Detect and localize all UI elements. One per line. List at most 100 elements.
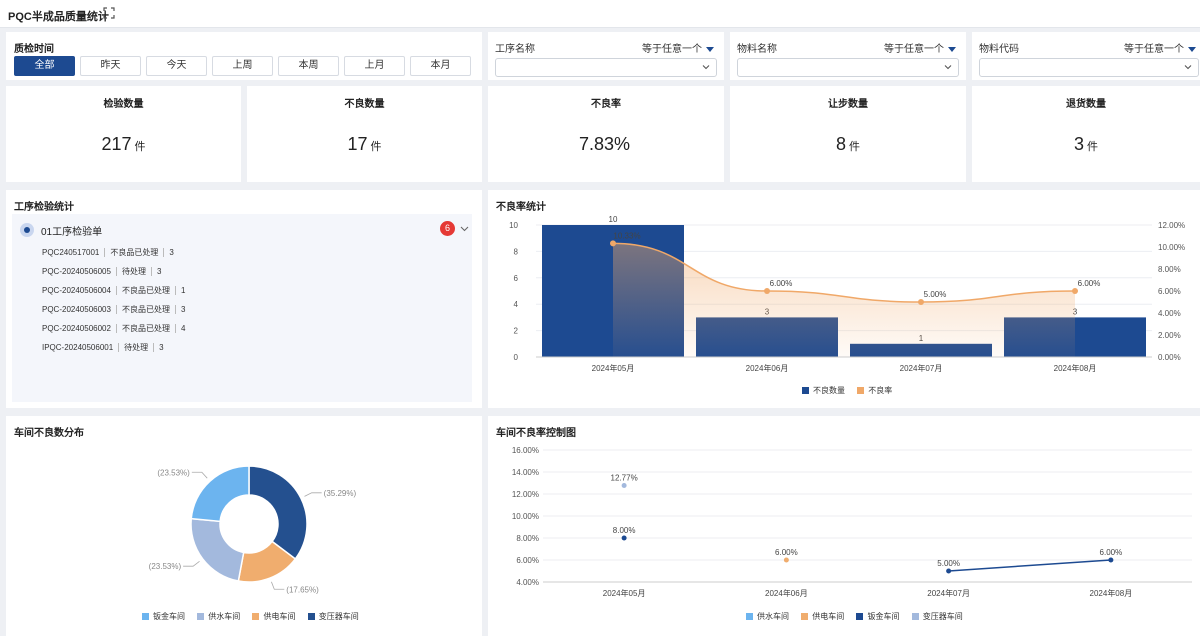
series-point [621, 483, 627, 489]
y-tick-label: 4 [514, 300, 519, 309]
control-chart-legend: 供水车间 供电车间 钣金车间 变压器车间 [746, 611, 973, 622]
legend-item[interactable]: 不良率 [857, 385, 892, 396]
kpi-defect-rate: 不良率 7.83% [488, 86, 724, 182]
y2-tick-label: 0.00% [1158, 353, 1181, 362]
point-label: 8.00% [613, 526, 636, 535]
legend-item[interactable]: 变压器车间 [307, 611, 359, 622]
top-bar: PQC半成品质量统计 [0, 0, 1200, 28]
filter-label: 物料代码 [979, 44, 1019, 55]
time-btn-all[interactable]: 全部 [14, 56, 75, 76]
legend-item[interactable]: 不良数量 [802, 385, 845, 396]
x-tick-label: 2024年05月 [592, 363, 635, 373]
rate-label: 6.00% [770, 279, 793, 288]
kpi-label: 退货数量 [1066, 99, 1106, 110]
x-tick-label: 2024年08月 [1090, 588, 1133, 598]
filter-operator-dropdown[interactable]: 等于任意一个 [1124, 40, 1196, 55]
process-row[interactable]: PQC240517001 不良品已处理 3 [42, 247, 174, 258]
slice-label: (17.65%) [286, 585, 319, 594]
x-tick-label: 2024年08月 [1054, 363, 1097, 373]
kpi-value: 3件 [1073, 134, 1098, 154]
y2-tick-label: 12.00% [1158, 221, 1185, 230]
rate-label: 6.00% [1078, 279, 1101, 288]
defect-rate-chart: 0 2 4 6 8 10 0.00% 2.00% 4.00% 6.00% 8.00% 10.00% 12… [509, 215, 1185, 373]
legend-item[interactable]: 供水车间 [746, 611, 789, 622]
rate-label: 5.00% [924, 290, 947, 299]
legend-item[interactable]: 钣金车间 [856, 611, 899, 622]
time-btn-last-week[interactable]: 上周 [212, 56, 273, 76]
legend-item[interactable]: 变压器车间 [911, 611, 963, 622]
y-tick-label: 0 [514, 353, 519, 362]
time-btn-last-month[interactable]: 上月 [344, 56, 405, 76]
kpi-value: 217 件 [101, 134, 146, 154]
legend-item[interactable]: 供水车间 [197, 611, 240, 622]
control-line-chart: 4.00% 6.00% 8.00% 10.00% 12.00% 14.00% 16.00% 2… [512, 446, 1192, 598]
time-filter-label: 质检时间 [14, 44, 54, 55]
time-btn-this-month[interactable]: 本月 [410, 56, 471, 76]
kpi-value: 17 件 [347, 134, 382, 154]
defect-rate-legend: 不良数量 不良率 [802, 385, 902, 396]
kpi-defect-qty: 不良数量 17 件 [247, 86, 482, 182]
y2-tick-label: 10.00% [1158, 243, 1185, 252]
series-point [1108, 557, 1114, 563]
expand-icon[interactable] [103, 7, 115, 19]
filter-material-code: 物料代码 等于任意一个 [972, 32, 1200, 80]
filter-operator-dropdown[interactable]: 等于任意一个 [642, 40, 714, 55]
point-label: 6.00% [1100, 548, 1123, 557]
y-tick-label: 10.00% [512, 512, 539, 521]
filter-process-name: 工序名称 等于任意一个 [488, 32, 724, 80]
process-stats-card: 工序检验统计 01工序检验单 6 PQC240517001 不良品已处理 3 PQC… [6, 190, 482, 408]
point-label: 12.77% [611, 474, 638, 483]
leader-line [304, 492, 322, 497]
kpi-inspection-qty: 检验数量 217 件 [6, 86, 241, 182]
process-row[interactable]: PQC-20240506003 不良品已处理 3 [42, 304, 185, 315]
material-code-select[interactable] [979, 58, 1199, 77]
slice-label: (35.29%) [324, 489, 357, 498]
y2-tick-label: 8.00% [1158, 265, 1181, 274]
filter-material-name: 物料名称 等于任意一个 [730, 32, 966, 80]
kpi-value: 8件 [835, 134, 860, 154]
chevron-down-icon[interactable] [460, 224, 469, 233]
y-tick-label: 6.00% [516, 556, 539, 565]
filter-operator-dropdown[interactable]: 等于任意一个 [884, 40, 956, 55]
point-label: 5.00% [937, 559, 960, 568]
y-tick-label: 4.00% [516, 578, 539, 587]
process-group-icon [20, 223, 34, 237]
time-btn-this-week[interactable]: 本周 [278, 56, 339, 76]
series-line [948, 559, 1111, 572]
kpi-concession-qty: 让步数量 8件 [730, 86, 966, 182]
kpi-label: 检验数量 [103, 99, 144, 110]
y-tick-label: 8 [514, 247, 519, 256]
time-btn-today[interactable]: 今天 [146, 56, 207, 76]
process-name-select[interactable] [495, 58, 717, 77]
control-chart-card: 车间不良率控制图 4.00% 6.00% 8.00% 10.00% 12.00% 14.0… [488, 416, 1200, 636]
pie-slice [190, 517, 245, 582]
x-tick-label: 2024年05月 [603, 588, 646, 598]
workshop-legend: 钣金车间 供水车间 供电车间 变压器车间 [142, 611, 369, 622]
y-tick-label: 8.00% [516, 534, 539, 543]
kpi-label: 不良数量 [344, 99, 385, 110]
rate-point [1072, 288, 1078, 294]
legend-item[interactable]: 钣金车间 [142, 611, 185, 622]
time-btn-yesterday[interactable]: 昨天 [80, 56, 141, 76]
legend-item[interactable]: 供电车间 [801, 611, 844, 622]
series-point [946, 568, 952, 574]
pie-slice [190, 465, 250, 523]
count-badge: 6 [440, 221, 455, 236]
legend-item[interactable]: 供电车间 [252, 611, 295, 622]
process-row[interactable]: IPQC-20240506001 待处理 3 [42, 342, 164, 353]
process-row[interactable]: PQC-20240506002 不良品已处理 4 [42, 323, 185, 334]
process-row[interactable]: PQC-20240506004 不良品已处理 1 [42, 285, 185, 296]
rate-point [918, 299, 924, 305]
leader-line [191, 471, 208, 479]
kpi-label: 不良率 [591, 99, 621, 110]
rate-point [764, 288, 770, 294]
process-row[interactable]: PQC-20240506005 待处理 3 [42, 266, 161, 277]
kpi-value: 7.83% [578, 134, 631, 154]
material-name-select[interactable] [737, 58, 959, 77]
workshop-dist-card: 车间不良数分布 (35.29%) (17.65%) (23.53%) (23.53%)… [6, 416, 482, 636]
rate-point [610, 240, 616, 247]
process-group-label[interactable]: 01工序检验单 [41, 223, 102, 238]
chevron-down-icon [944, 65, 952, 70]
leader-line [271, 581, 285, 590]
page-title: PQC半成品质量统计 [8, 11, 109, 23]
